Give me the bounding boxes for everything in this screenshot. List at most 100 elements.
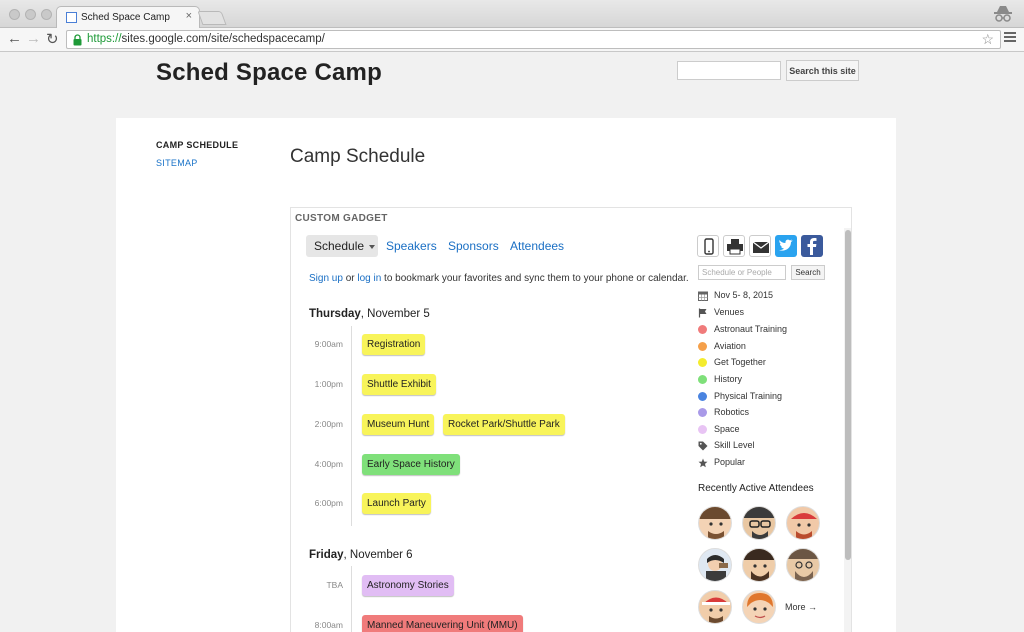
signup-rest: to bookmark your favorites and sync them…: [381, 273, 689, 284]
mobile-icon[interactable]: [697, 235, 719, 257]
date-range-text: Nov 5- 8, 2015: [714, 290, 774, 300]
site-title[interactable]: Sched Space Camp: [156, 59, 382, 87]
category-dot: [698, 408, 707, 417]
browser-menu-icon[interactable]: [1004, 32, 1016, 44]
reload-icon[interactable]: ↻: [46, 30, 59, 48]
category-label: Popular: [714, 457, 746, 467]
attendee-avatar[interactable]: [742, 506, 776, 540]
caret-down-icon: [369, 244, 376, 249]
content-area: CAMP SCHEDULE SITEMAP Camp Schedule CUST…: [116, 118, 896, 632]
day-heading-friday: Friday, November 6: [309, 549, 413, 561]
site-search-input[interactable]: [677, 61, 781, 80]
attendee-avatar[interactable]: [786, 506, 820, 540]
twitter-icon[interactable]: [775, 235, 797, 257]
tab-title: Sched Space Camp: [81, 12, 170, 23]
category-dot: [698, 342, 707, 351]
category-venues[interactable]: Venues: [697, 307, 837, 319]
calendar-icon: [698, 291, 708, 301]
event-registration[interactable]: Registration: [362, 334, 426, 355]
sign-up-link[interactable]: Sign up: [309, 273, 343, 284]
forward-arrow-icon[interactable]: →: [26, 30, 41, 47]
event-museum-hunt[interactable]: Museum Hunt: [362, 414, 435, 435]
gadget-scrollbar[interactable]: [845, 230, 851, 560]
category-astronaut-training[interactable]: Astronaut Training: [697, 324, 837, 336]
minimize-window-button[interactable]: [25, 9, 36, 20]
address-bar[interactable]: https://sites.google.com/site/schedspace…: [66, 30, 1001, 49]
page-title: Camp Schedule: [290, 146, 426, 167]
time-label: 1:00pm: [314, 379, 343, 389]
tab-attendees[interactable]: Attendees: [510, 239, 564, 253]
signup-prompt: Sign up or log in to bookmark your favor…: [309, 273, 689, 284]
close-window-button[interactable]: [9, 9, 20, 20]
attendee-avatar[interactable]: [742, 548, 776, 582]
category-physical-training[interactable]: Physical Training: [697, 391, 837, 403]
time-label: 6:00pm: [314, 498, 343, 508]
sidebar-item-sitemap[interactable]: SITEMAP: [156, 158, 198, 168]
attendee-avatar[interactable]: [698, 548, 732, 582]
timeline-divider: [351, 326, 352, 526]
url-text: https://sites.google.com/site/schedspace…: [87, 33, 325, 45]
new-tab-button[interactable]: [197, 11, 227, 25]
category-label: Venues: [714, 307, 745, 317]
time-label: 8:00am: [314, 620, 343, 630]
day-heading-thursday: Thursday, November 5: [309, 308, 430, 320]
category-history[interactable]: History: [697, 374, 837, 386]
category-robotics[interactable]: Robotics: [697, 407, 837, 419]
log-in-link[interactable]: log in: [357, 273, 381, 284]
category-label: History: [714, 374, 743, 384]
category-label: Robotics: [714, 407, 750, 417]
facebook-icon[interactable]: [801, 235, 823, 257]
url-path: sites.google.com/site/schedspacecamp/: [121, 33, 325, 45]
browser-tab[interactable]: Sched Space Camp ×: [56, 6, 200, 29]
event-rocket-park[interactable]: Rocket Park/Shuttle Park: [443, 414, 565, 435]
event-launch-party[interactable]: Launch Party: [362, 493, 431, 514]
category-dot: [698, 375, 707, 384]
attendee-avatar[interactable]: [786, 548, 820, 582]
category-space[interactable]: Space: [697, 424, 837, 436]
day-weekday: Thursday: [309, 308, 361, 320]
event-early-space-history[interactable]: Early Space History: [362, 454, 460, 475]
incognito-icon: [994, 6, 1012, 22]
zoom-window-button[interactable]: [41, 9, 52, 20]
print-icon[interactable]: [723, 235, 745, 257]
bookmark-star-icon[interactable]: ☆: [981, 31, 994, 48]
event-astronomy-stories[interactable]: Astronomy Stories: [362, 575, 454, 596]
timeline-divider: [351, 566, 352, 632]
category-label: Get Together: [714, 357, 766, 367]
category-label: Astronaut Training: [714, 324, 788, 334]
category-get-together[interactable]: Get Together: [697, 357, 837, 369]
time-label: 2:00pm: [314, 419, 343, 429]
attendees-title: Recently Active Attendees: [698, 483, 814, 494]
tab-speakers[interactable]: Speakers: [386, 239, 437, 253]
tab-close-icon[interactable]: ×: [186, 10, 192, 22]
day-date: , November 5: [360, 308, 430, 320]
attendee-avatar[interactable]: [742, 590, 776, 624]
category-aviation[interactable]: Aviation: [697, 341, 837, 353]
category-dot: [698, 425, 707, 434]
back-arrow-icon[interactable]: ←: [7, 30, 22, 47]
sidebar-item-camp-schedule[interactable]: CAMP SCHEDULE: [156, 140, 238, 150]
schedule-search-button[interactable]: Search: [791, 265, 825, 280]
time-label: 4:00pm: [314, 459, 343, 469]
gadget-label: CUSTOM GADGET: [295, 213, 388, 224]
attendee-avatar[interactable]: [698, 590, 732, 624]
schedule-search-input[interactable]: Schedule or People: [698, 265, 786, 280]
tab-schedule-label: Schedule: [314, 239, 365, 253]
tag-icon: [698, 441, 708, 451]
category-label: Space: [714, 424, 740, 434]
category-skill-level[interactable]: Skill Level: [697, 440, 837, 452]
browser-titlebar: Sched Space Camp ×: [0, 0, 1024, 29]
more-attendees-link[interactable]: More →: [785, 602, 817, 612]
sites-favicon-icon: [66, 12, 77, 23]
tab-sponsors[interactable]: Sponsors: [448, 239, 499, 253]
event-mmu[interactable]: Manned Maneuvering Unit (MMU): [362, 615, 523, 632]
category-label: Physical Training: [714, 391, 783, 401]
category-popular[interactable]: Popular: [697, 457, 837, 469]
category-dot: [698, 358, 707, 367]
email-icon[interactable]: [749, 235, 771, 257]
event-shuttle-exhibit[interactable]: Shuttle Exhibit: [362, 374, 436, 395]
attendee-avatar[interactable]: [698, 506, 732, 540]
tab-schedule[interactable]: Schedule: [306, 235, 378, 257]
custom-gadget: CUSTOM GADGET Schedule Speakers Sponsors…: [290, 207, 852, 632]
search-site-button[interactable]: Search this site: [786, 60, 859, 81]
